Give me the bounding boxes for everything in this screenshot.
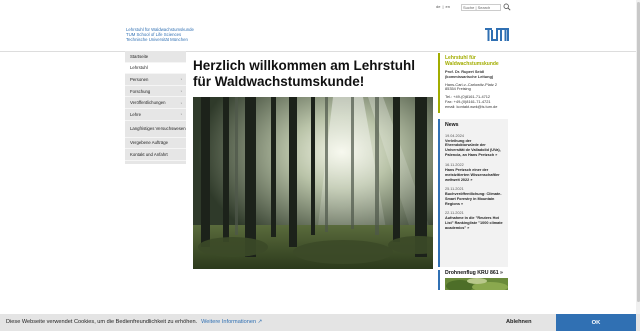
cookie-banner: Diese Webseite verwendet Cookies, um die… bbox=[0, 314, 640, 331]
sidebar-item-personen[interactable]: Personen › bbox=[125, 74, 186, 86]
news-item[interactable]: 22.11.2021 Aufnahme in die "Reuters Hot … bbox=[445, 211, 505, 231]
sidebar-item-auftraege[interactable]: Vergebene Aufträge bbox=[125, 138, 186, 150]
news-link[interactable]: Verleihung der Ehrendoktorwürde der Univ… bbox=[445, 139, 505, 159]
drohnen-box: Drohnenflug KRU 861 » bbox=[438, 269, 508, 290]
cookie-text: Diese Webseite verwendet Cookies, um die… bbox=[6, 319, 198, 325]
sidebar-item-veroeffentlichungen[interactable]: Veröffentlichungen › bbox=[125, 97, 186, 109]
sidebar-item-label: Langfristiges Versuchswesen bbox=[130, 125, 186, 131]
sidebar-nav: Startseite Lehrstuhl Personen › Forschung… bbox=[125, 51, 186, 164]
page-title: Herzlich willkommen am Lehrstuhl für Wal… bbox=[193, 58, 416, 89]
forest-hero-image bbox=[193, 97, 433, 269]
chevron-right-icon: › bbox=[180, 76, 182, 82]
sidebar-item-lehrstuhl[interactable]: Lehrstuhl bbox=[125, 62, 186, 75]
contact-email-link[interactable]: email: kontakt.wwk@ls.tum.de bbox=[445, 104, 505, 110]
chevron-right-icon: › bbox=[180, 88, 182, 94]
drohnen-link[interactable]: Drohnenflug KRU 861 » bbox=[445, 270, 508, 277]
search-input[interactable]: Suche | Search bbox=[461, 4, 501, 11]
news-item[interactable]: 16.11.2022 Hans Pretzsch einer der meist… bbox=[445, 163, 505, 183]
tum-logo[interactable] bbox=[485, 28, 509, 41]
page-scrollbar[interactable] bbox=[636, 0, 640, 331]
news-link[interactable]: Hans Pretzsch einer der meistzitierten W… bbox=[445, 168, 505, 183]
sidebar-item-label: Vergebene Aufträge bbox=[130, 140, 168, 146]
contact-box: Lehrstuhl für Waldwachstumskunde Prof. D… bbox=[438, 53, 508, 113]
sidebar-item-lehre[interactable]: Lehre › bbox=[125, 109, 186, 121]
news-box: News 19.04.2024 Verleihung der Ehrendokt… bbox=[438, 118, 508, 267]
news-item[interactable]: 25.11.2021 Buchveröffentlichung: Climate… bbox=[445, 187, 505, 207]
language-switch: de | en bbox=[436, 4, 452, 9]
chair-name-line3: Technische Universität München bbox=[126, 37, 188, 42]
drohnen-image[interactable] bbox=[445, 277, 508, 290]
sidebar-item-label: Personen bbox=[130, 76, 149, 82]
scrollbar-thumb[interactable] bbox=[636, 2, 640, 302]
news-item[interactable]: 19.04.2024 Verleihung der Ehrendoktorwür… bbox=[445, 134, 505, 159]
sidebar-item-label: Veröffentlichungen bbox=[130, 100, 166, 106]
search-icon[interactable] bbox=[503, 3, 511, 11]
sidebar-item-label: Forschung bbox=[130, 88, 151, 94]
contact-title: Lehrstuhl für Waldwachstumskunde bbox=[445, 55, 499, 67]
chevron-right-icon: › bbox=[180, 111, 182, 117]
lang-separator: | bbox=[442, 4, 444, 9]
sidebar-item-label: Lehrstuhl bbox=[130, 65, 148, 71]
lang-de-link[interactable]: de bbox=[436, 4, 440, 9]
chair-name-link[interactable]: Lehrstuhl für Waldwachstumskunde TUM Sch… bbox=[126, 27, 194, 42]
news-link[interactable]: Buchveröffentlichung: Climate-Smart Fore… bbox=[445, 192, 505, 207]
sidebar-item-versuchswesen[interactable]: Langfristiges Versuchswesen bbox=[125, 121, 186, 138]
top-bar: de | en Suche | Search bbox=[0, 0, 640, 14]
cookie-ok-button[interactable]: OK bbox=[556, 314, 636, 331]
sidebar-item-label: Lehre bbox=[130, 111, 141, 117]
sidebar-item-label: Kontakt und Anfahrt bbox=[130, 151, 168, 157]
cookie-message: Diese Webseite verwendet Cookies, um die… bbox=[6, 319, 262, 325]
lang-en-link[interactable]: en bbox=[446, 4, 450, 9]
chevron-right-icon: › bbox=[180, 100, 182, 106]
sidebar-item-label: Startseite bbox=[130, 53, 149, 59]
news-link[interactable]: Aufnahme in die "Reuters Hot List" Ranki… bbox=[445, 216, 505, 231]
right-column: Lehrstuhl für Waldwachstumskunde Prof. D… bbox=[438, 53, 508, 290]
site-header: Lehrstuhl für Waldwachstumskunde TUM Sch… bbox=[0, 14, 640, 52]
sidebar-item-kontakt[interactable]: Kontakt und Anfahrt bbox=[125, 149, 186, 161]
sidebar-item-forschung[interactable]: Forschung › bbox=[125, 86, 186, 98]
sidebar-item-startseite[interactable]: Startseite bbox=[125, 51, 186, 63]
news-title: News bbox=[445, 121, 459, 128]
cookie-decline-button[interactable]: Ablehnen bbox=[506, 319, 531, 325]
cookie-more-info-link[interactable]: Weitere Informationen ↗ bbox=[201, 319, 262, 325]
